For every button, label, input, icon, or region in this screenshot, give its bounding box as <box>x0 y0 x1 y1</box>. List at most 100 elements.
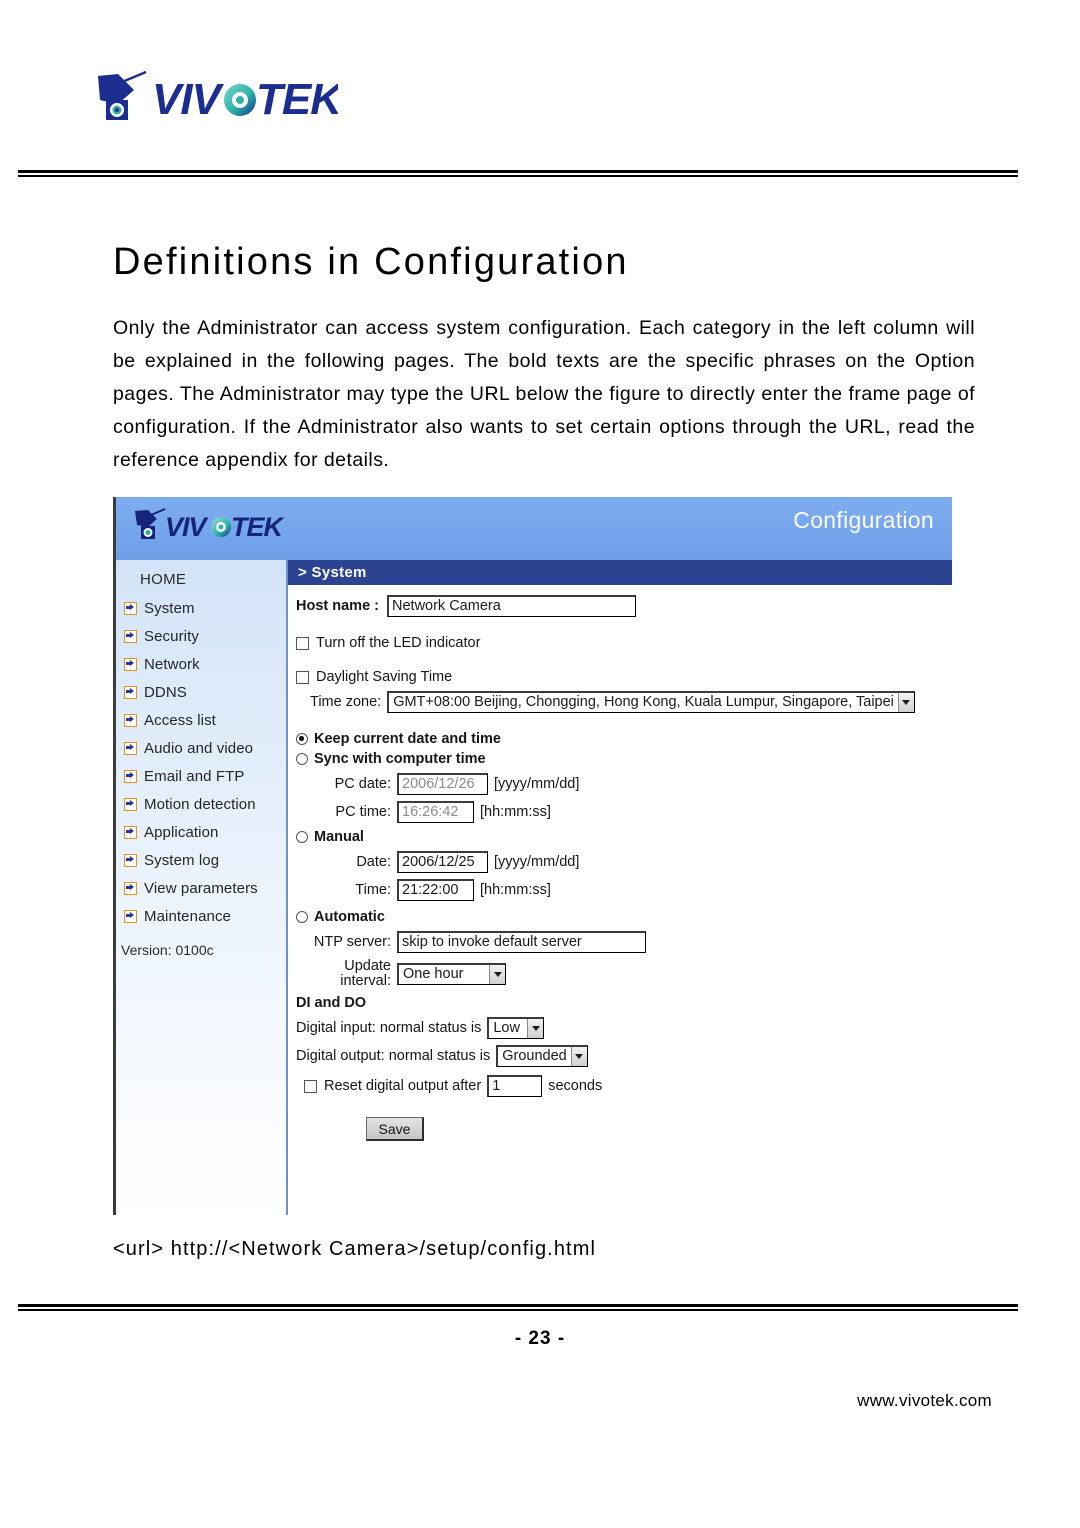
digital-output-label: Digital output: normal status is <box>296 1048 491 1064</box>
pc-time-row: PC time: 16:26:42 [hh:mm:ss] <box>296 801 952 823</box>
sidebar-item-ddns[interactable]: DDNS <box>116 678 286 706</box>
daylight-saving-checkbox[interactable] <box>296 670 309 684</box>
ntp-server-row: NTP server: skip to invoke default serve… <box>296 931 952 953</box>
sidebar-item-home[interactable]: HOME <box>116 560 286 594</box>
led-indicator-checkbox[interactable] <box>296 636 309 650</box>
sidebar-item-label: Security <box>144 627 199 645</box>
digital-output-value: Grounded <box>502 1048 567 1064</box>
sidebar-item-system[interactable]: System <box>116 594 286 622</box>
arrow-right-icon <box>124 909 137 923</box>
sidebar-item-application[interactable]: Application <box>116 818 286 846</box>
digital-input-select[interactable]: Low <box>487 1017 545 1039</box>
time-zone-value: GMT+08:00 Beijing, Chongging, Hong Kong,… <box>393 694 894 710</box>
vivotek-logo-small: VIV TEK <box>131 507 291 549</box>
sync-computer-radio[interactable] <box>296 753 308 765</box>
sidebar-item-label: DDNS <box>144 683 187 701</box>
pc-time-label: PC time: <box>335 804 391 820</box>
sidebar-item-label: Audio and video <box>144 739 254 757</box>
time-zone-select[interactable]: GMT+08:00 Beijing, Chongging, Hong Kong,… <box>387 691 915 713</box>
host-name-row: Host name : Network Camera <box>296 595 952 617</box>
reset-output-checkbox[interactable] <box>304 1079 317 1093</box>
manual-date-label: Date: <box>356 854 391 870</box>
sync-computer-label: Sync with computer time <box>314 751 486 767</box>
arrow-right-icon <box>124 629 137 643</box>
update-interval-select[interactable]: One hour <box>397 963 506 985</box>
reset-output-label: Reset digital output after <box>324 1078 482 1094</box>
site-url: www.vivotek.com <box>857 1391 992 1410</box>
manual-time-label: Time: <box>355 882 391 898</box>
main-panel: > System Host name : Network Camera Turn… <box>288 560 952 1215</box>
digital-output-row: Digital output: normal status is Grounde… <box>296 1045 952 1067</box>
host-name-input[interactable]: Network Camera <box>387 595 636 617</box>
sync-computer-row[interactable]: Sync with computer time <box>296 751 952 767</box>
sidebar-item-system-log[interactable]: System log <box>116 846 286 874</box>
chevron-down-icon[interactable] <box>897 693 914 712</box>
di-do-heading: DI and DO <box>296 995 367 1011</box>
digital-input-row: Digital input: normal status is Low <box>296 1017 952 1039</box>
firmware-version-label: Version: 0100c <box>121 942 214 958</box>
reset-output-input[interactable]: 1 <box>487 1075 543 1097</box>
update-interval-row: Update interval: One hour <box>296 959 952 989</box>
pc-date-input[interactable]: 2006/12/26 <box>397 773 488 795</box>
sidebar-item-email-and-ftp[interactable]: Email and FTP <box>116 762 286 790</box>
page-number: - 23 - <box>514 1328 566 1349</box>
footer-divider <box>18 1304 1018 1311</box>
keep-current-radio[interactable] <box>296 733 308 745</box>
sidebar-item-label: Maintenance <box>144 907 231 925</box>
manual-label: Manual <box>314 829 364 845</box>
sidebar-item-access-list[interactable]: Access list <box>116 706 286 734</box>
time-zone-label: Time zone: <box>310 694 382 710</box>
sidebar-item-view-parameters[interactable]: View parameters <box>116 874 286 902</box>
sidebar-item-maintenance[interactable]: Maintenance <box>116 902 286 930</box>
breadcrumb: > System <box>288 560 952 585</box>
pc-time-input[interactable]: 16:26:42 <box>397 801 474 823</box>
manual-date-input[interactable]: 2006/12/25 <box>397 851 488 873</box>
save-button[interactable]: Save <box>366 1117 424 1141</box>
pc-date-row: PC date: 2006/12/26 [yyyy/mm/dd] <box>296 773 952 795</box>
sidebar-item-label: Motion detection <box>144 795 256 813</box>
page-title: Definitions in Configuration <box>113 241 629 284</box>
chevron-down-icon[interactable] <box>527 1019 544 1038</box>
arrow-right-icon <box>124 853 137 867</box>
keep-current-row[interactable]: Keep current date and time <box>296 731 952 747</box>
arrow-right-icon <box>124 741 137 755</box>
manual-row[interactable]: Manual <box>296 829 952 845</box>
manual-radio[interactable] <box>296 831 308 843</box>
configuration-screenshot-figure: VIV TEK Configuration HOME System Securi… <box>113 497 952 1215</box>
sidebar-item-label: Network <box>144 655 200 673</box>
sidebar-item-network[interactable]: Network <box>116 650 286 678</box>
system-settings-form: Host name : Network Camera Turn off the … <box>288 585 952 1141</box>
manual-time-format-hint: [hh:mm:ss] <box>480 882 551 898</box>
automatic-radio[interactable] <box>296 911 308 923</box>
digital-output-select[interactable]: Grounded <box>496 1045 588 1067</box>
manual-time-input[interactable]: 21:22:00 <box>397 879 474 901</box>
header-divider <box>18 170 1018 177</box>
time-zone-row: Time zone: GMT+08:00 Beijing, Chongging,… <box>296 691 952 713</box>
led-indicator-row[interactable]: Turn off the LED indicator <box>296 635 952 651</box>
url-caption: <url> http://<Network Camera>/setup/conf… <box>113 1238 597 1260</box>
sidebar-item-label: Email and FTP <box>144 767 245 785</box>
manual-time-row: Time: 21:22:00 [hh:mm:ss] <box>296 879 952 901</box>
sidebar-item-security[interactable]: Security <box>116 622 286 650</box>
camera-ui-header: VIV TEK Configuration <box>116 497 952 560</box>
arrow-right-icon <box>124 769 137 783</box>
intro-paragraph: Only the Administrator can access system… <box>113 316 975 471</box>
svg-text:VIV: VIV <box>165 512 209 542</box>
arrow-right-icon <box>124 881 137 895</box>
digital-input-label: Digital input: normal status is <box>296 1020 482 1036</box>
sidebar-item-label: Application <box>144 823 219 841</box>
chevron-down-icon[interactable] <box>489 965 505 984</box>
manual-date-format-hint: [yyyy/mm/dd] <box>494 854 580 870</box>
svg-text:TEK: TEK <box>256 75 338 124</box>
pc-time-format-hint: [hh:mm:ss] <box>480 804 551 820</box>
reset-output-unit: seconds <box>548 1078 603 1094</box>
svg-text:VIV: VIV <box>152 75 225 124</box>
daylight-saving-row[interactable]: Daylight Saving Time <box>296 669 952 685</box>
sidebar-item-motion-detection[interactable]: Motion detection <box>116 790 286 818</box>
sidebar-item-audio-and-video[interactable]: Audio and video <box>116 734 286 762</box>
keep-current-label: Keep current date and time <box>314 731 501 747</box>
automatic-row[interactable]: Automatic <box>296 909 952 925</box>
arrow-right-icon <box>124 713 137 727</box>
ntp-server-input[interactable]: skip to invoke default server <box>397 931 646 953</box>
chevron-down-icon[interactable] <box>570 1047 587 1066</box>
